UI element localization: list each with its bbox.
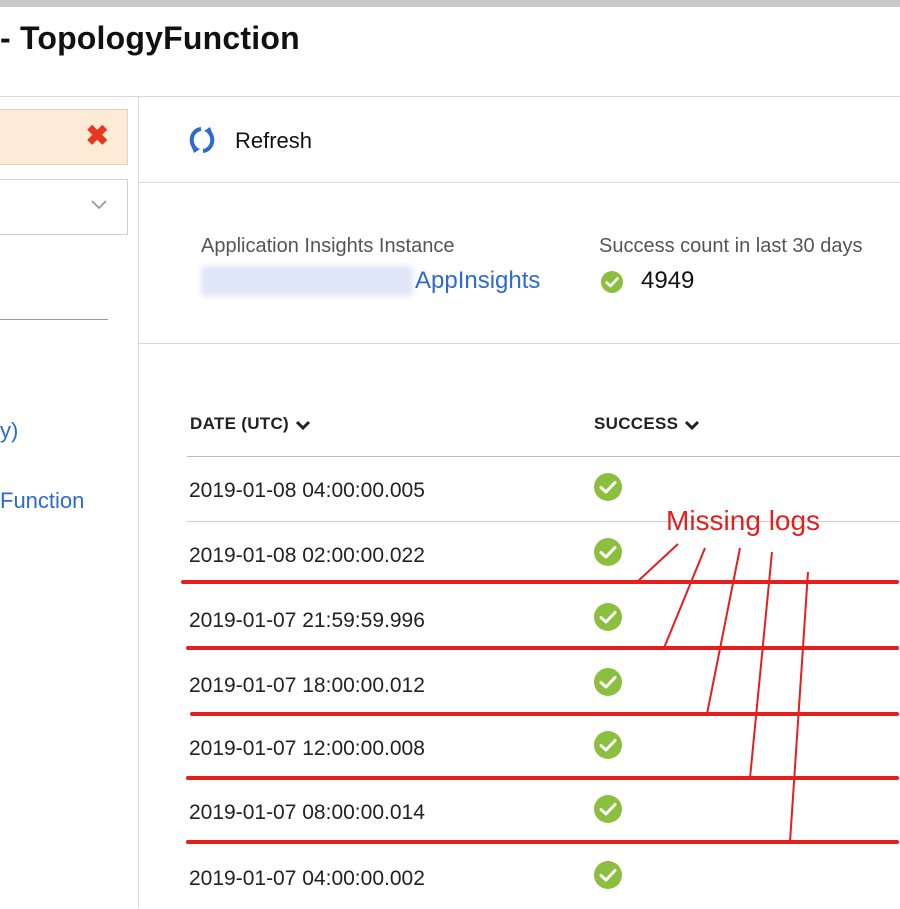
- column-header-label: DATE (UTC): [190, 414, 289, 433]
- appinsights-link[interactable]: AppInsights: [415, 267, 540, 295]
- chevron-down-icon: [91, 200, 107, 210]
- date-cell: 2019-01-07 12:00:00.008: [189, 737, 425, 760]
- check-circle-icon: [594, 473, 622, 501]
- refresh-button[interactable]: Refresh: [235, 128, 312, 154]
- redacted-instance-name: [201, 266, 413, 296]
- date-cell: 2019-01-07 08:00:00.014: [189, 801, 425, 824]
- date-cell: 2019-01-07 21:59:59.996: [189, 609, 425, 632]
- check-circle-icon: [594, 795, 622, 823]
- toolbar: Refresh: [139, 97, 900, 183]
- clear-filter-icon[interactable]: ✖: [86, 120, 109, 152]
- window-top-border: [0, 0, 900, 7]
- missing-logs-label: Missing logs: [666, 505, 821, 536]
- left-pane: ✖ y) Function: [0, 97, 139, 908]
- table-row[interactable]: 2019-01-07 08:00:00.014: [187, 779, 900, 843]
- left-nav-link[interactable]: y): [0, 418, 18, 444]
- success-count: 4949: [641, 267, 695, 294]
- table-row[interactable]: 2019-01-07 04:00:00.002: [187, 845, 900, 909]
- date-cell: 2019-01-07 04:00:00.002: [189, 867, 425, 890]
- table-row[interactable]: 2019-01-07 18:00:00.012: [187, 652, 900, 716]
- check-circle-icon: [594, 603, 622, 631]
- check-circle-icon: [594, 861, 622, 889]
- column-header-label: SUCCESS: [594, 414, 679, 433]
- column-header-success[interactable]: SUCCESS: [594, 414, 700, 434]
- date-cell: 2019-01-08 04:00:00.005: [189, 479, 425, 502]
- date-cell: 2019-01-08 02:00:00.022: [189, 544, 425, 567]
- refresh-icon[interactable]: [187, 125, 217, 155]
- column-header-date[interactable]: DATE (UTC): [190, 414, 311, 434]
- success-count-label: Success count in last 30 days: [599, 235, 863, 257]
- page-title: - TopologyFunction: [0, 20, 300, 56]
- check-circle-icon: [594, 668, 622, 696]
- check-circle-icon: [594, 731, 622, 759]
- left-divider: [0, 319, 108, 320]
- dropdown-select[interactable]: [0, 179, 128, 235]
- table-row[interactable]: 2019-01-07 12:00:00.008: [187, 715, 900, 779]
- chevron-down-icon: [295, 420, 311, 430]
- date-cell: 2019-01-07 18:00:00.012: [189, 674, 425, 697]
- chevron-down-icon: [685, 420, 700, 430]
- table-row[interactable]: 2019-01-07 21:59:59.996: [187, 587, 900, 651]
- info-section: Application Insights Instance Success co…: [139, 183, 900, 344]
- instance-label: Application Insights Instance: [201, 235, 455, 257]
- left-nav-link[interactable]: Function: [0, 488, 84, 514]
- check-circle-icon: [594, 538, 622, 566]
- filter-input[interactable]: ✖: [0, 109, 128, 165]
- check-circle-icon: [601, 271, 623, 293]
